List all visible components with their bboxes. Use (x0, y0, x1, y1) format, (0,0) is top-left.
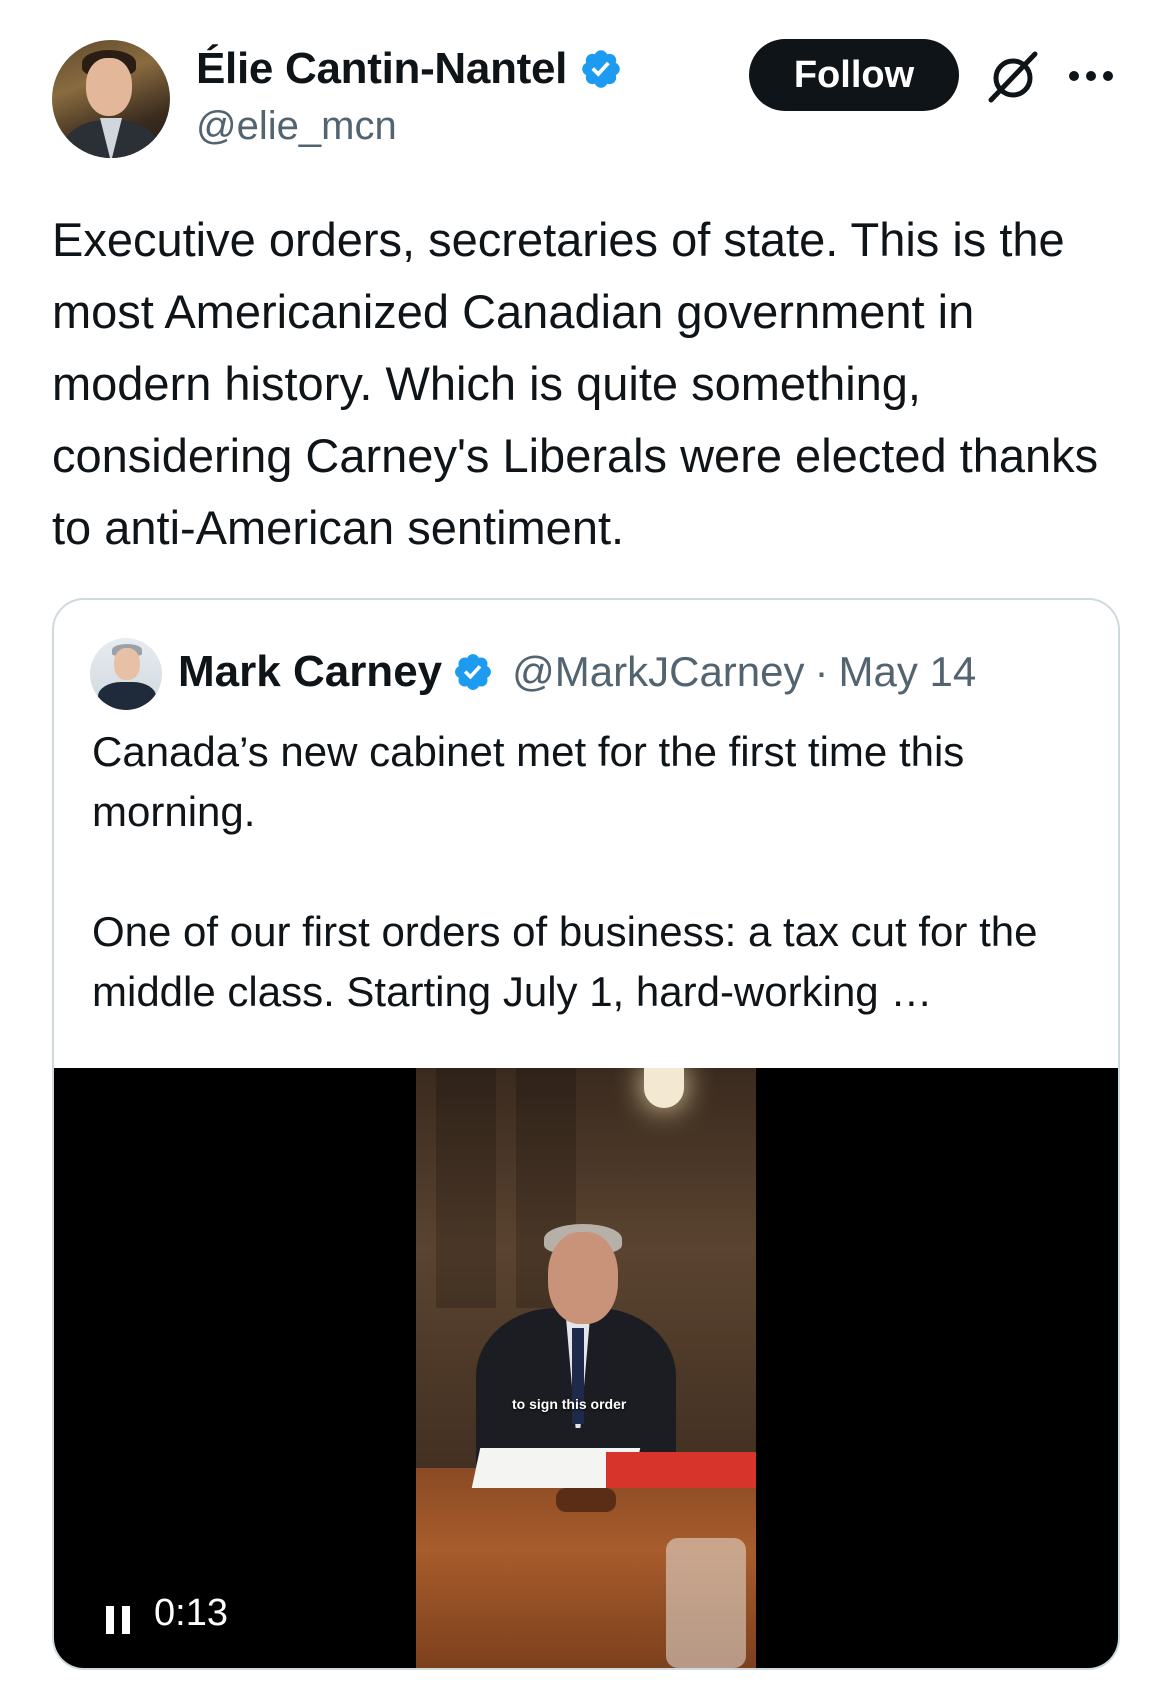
quoted-tweet-text: Canada’s new cabinet met for the first t… (92, 722, 1092, 1022)
quoted-tweet-date[interactable]: May 14 (839, 648, 977, 696)
separator-dot: · (814, 648, 829, 695)
tweet-text: Executive orders, secretaries of state. … (52, 213, 1099, 554)
quoted-tweet-paragraph: Canada’s new cabinet met for the first t… (92, 728, 965, 835)
quoted-author-avatar[interactable] (90, 638, 162, 710)
quoted-tweet-paragraph: One of our first orders of business: a t… (92, 908, 1038, 1015)
verified-badge-icon (582, 50, 620, 88)
author-name[interactable]: Élie Cantin-Nantel (196, 44, 567, 94)
author-handle[interactable]: @elie_mcn (196, 104, 397, 149)
verified-badge-icon (455, 654, 492, 690)
quoted-author-name[interactable]: Mark Carney (178, 647, 442, 697)
tweet-view: Élie Cantin-Nantel @elie_mcn Follow Exec… (0, 0, 1170, 1699)
video-timestamp: 0:13 (154, 1592, 228, 1634)
author-name-row[interactable]: Élie Cantin-Nantel (196, 42, 623, 96)
follow-button[interactable]: Follow (749, 39, 959, 111)
video-player[interactable]: to sign this order 0:13 (54, 1068, 1118, 1668)
quoted-author-handle[interactable]: @MarkJCarney (512, 648, 804, 696)
more-icon[interactable] (1066, 64, 1116, 88)
quoted-tweet-card[interactable]: Mark Carney @MarkJCarney · May 14 Canada… (52, 598, 1120, 1670)
author-avatar[interactable] (52, 40, 170, 158)
pause-icon[interactable] (104, 1604, 132, 1636)
grok-icon[interactable] (985, 48, 1041, 104)
video-caption: to sign this order (512, 1396, 627, 1412)
quoted-tweet-header: Mark Carney @MarkJCarney · May 14 (178, 642, 976, 702)
video-frame: to sign this order (416, 1068, 756, 1668)
